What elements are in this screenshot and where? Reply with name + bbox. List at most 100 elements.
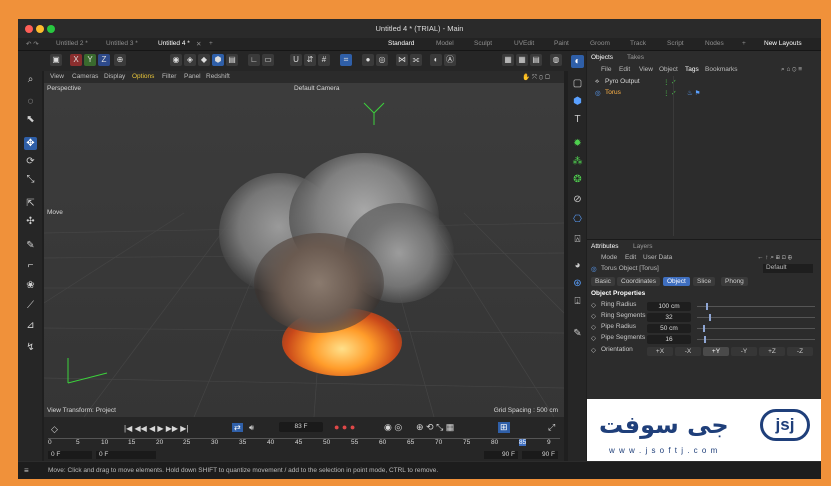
diamond-icon[interactable]: ◇ [591,323,596,331]
axis-y-button[interactable]: Y [84,54,96,66]
points-mode-icon[interactable]: ◉ [170,54,182,66]
undo-icon[interactable]: ↶ ↷ [26,40,39,48]
object-row[interactable]: ⟡ Pyro Output ⋮ ✓ [587,78,821,88]
doc-tab-active[interactable]: Untitled 4 * [158,40,190,47]
orient-minus-y[interactable]: -Y [731,347,757,356]
viewport-menu-item[interactable]: Panel [184,73,201,80]
layout-tab-standard[interactable]: Standard [388,40,414,47]
layout-tab-script[interactable]: Script [667,40,684,47]
layout-tab-track[interactable]: Track [630,40,646,47]
objects-menu-item[interactable]: Edit [619,66,630,73]
min-frame-field[interactable]: 0 F [96,451,156,459]
snap-icon[interactable]: U [290,54,302,66]
spline-pen-icon[interactable]: ✎ [24,239,37,252]
attr-nav-icons[interactable]: ← ↑ ⌕ ⊞ ⊡ ⊕ [757,254,792,262]
orient-plus-y[interactable]: +Y [703,347,729,356]
slider-knob[interactable] [704,336,706,343]
sound-icon[interactable]: 🔊︎ [249,423,254,433]
visibility-check-icon[interactable]: ⋮ ✓ [663,89,677,97]
edges-mode-icon[interactable]: ◈ [184,54,196,66]
magnet-icon[interactable]: ↯ [24,341,37,354]
playhead-tick[interactable]: 85 [519,439,527,446]
tab-takes[interactable]: Takes [627,54,644,61]
live-select-icon[interactable]: ⬉ [24,113,37,126]
objects-menu-item[interactable]: Object [659,66,678,73]
viewport-menu-item[interactable]: Options [132,73,154,80]
visibility-check-icon[interactable]: ⋮ ✓ [663,78,677,86]
camera-label[interactable]: Default Camera [294,85,340,92]
subtab-slice[interactable]: Slice [693,277,716,286]
subtab-coordinates[interactable]: Coordinates [617,277,661,286]
viewport-menu-item[interactable]: Cameras [72,73,98,80]
objects-menu-item[interactable]: File [601,66,611,73]
primitive-icon[interactable]: ⬢ [571,95,584,108]
render-region-icon[interactable]: ▦ [516,54,528,66]
keyframe-tools-icon[interactable]: ◉ ◎ [384,422,402,433]
sketch-icon[interactable]: ⌐ [24,259,37,272]
anim-mode-icons[interactable]: ⊕ ⟲ ⤡ ▦ [416,422,454,433]
viewport-menu-item[interactable]: View [50,73,64,80]
render-settings-icon[interactable]: Ⓐ [444,54,456,66]
light-icon[interactable]: ⍓ [571,233,584,246]
attr-menu-item[interactable]: User Data [643,254,672,261]
prop-slider[interactable] [697,314,815,321]
solo-icon[interactable]: ◎ [376,54,388,66]
render-icon[interactable]: ▦ [502,54,514,66]
playback-controls[interactable]: |◀ ◀◀ ◀ ▶ ▶▶ ▶| [124,424,189,433]
search-icon[interactable]: ⌕ [24,73,37,86]
start-frame-field[interactable]: 0 F [48,451,92,459]
layout-tab-paint[interactable]: Paint [554,40,569,47]
doc-tab[interactable]: Untitled 2 * [56,40,88,47]
objects-menu-item[interactable]: Bookmarks [705,66,738,73]
scale-tool-icon[interactable]: ⤡ [24,173,37,186]
tab-layers[interactable]: Layers [633,243,653,250]
picture-viewer-icon[interactable]: ▤ [530,54,542,66]
viewport-nav-icons[interactable]: ✋ ⤧ ⊙ ▢ [522,73,550,82]
move-tool-icon[interactable]: ✥ [24,137,37,150]
object-name[interactable]: Torus [605,89,621,96]
rotate-tool-icon[interactable]: ⟳ [24,155,37,168]
axis-x-button[interactable]: X [70,54,82,66]
layout-tab-groom[interactable]: Groom [590,40,610,47]
knife-icon[interactable]: ⊿ [24,319,37,332]
slider-knob[interactable] [706,303,708,310]
slider-knob[interactable] [709,314,711,321]
slider-knob[interactable] [703,325,705,332]
orient-minus-x[interactable]: -X [675,347,701,356]
snap-settings-icon[interactable]: ⇵ [304,54,316,66]
prop-value-field[interactable]: 50 cm [647,324,691,333]
diamond-icon[interactable]: ◇ [591,334,596,342]
tab-objects[interactable]: Objects [591,54,613,61]
deformer-icon[interactable]: ❂ [571,173,584,186]
tweak-mode-icon[interactable]: ▭ [262,54,274,66]
floor-icon[interactable]: ⍗ [571,295,584,308]
preset-dropdown[interactable]: Default [763,264,813,273]
tab-attributes[interactable]: Attributes [591,243,618,250]
close-tab-icon[interactable]: ✕ [196,40,201,48]
doc-tab[interactable]: Untitled 3 * [106,40,138,47]
field-icon[interactable]: ⊘ [571,193,584,206]
add-layout-icon[interactable]: + [742,40,746,47]
diamond-icon[interactable]: ◇ [591,301,596,309]
layout-tab-sculpt[interactable]: Sculpt [474,40,492,47]
record-icon[interactable]: ● ● ● [334,422,355,432]
loop-icon[interactable]: ⇄ [232,423,243,432]
pen-icon[interactable]: ✎ [571,327,584,340]
object-manager-icon[interactable]: ◐ [571,55,584,68]
new-layouts-button[interactable]: New Layouts [764,40,802,47]
auto-key-icon[interactable]: ⊞ [498,422,510,433]
paint-icon[interactable]: ❀ [24,279,37,292]
render-view-icon[interactable]: ◐ [430,54,442,66]
axis-mode-icon[interactable]: ∟ [248,54,260,66]
subtab-basic[interactable]: Basic [591,277,615,286]
orient-plus-x[interactable]: +X [647,347,673,356]
interactive-render-icon[interactable]: ◍ [550,54,562,66]
attr-menu-item[interactable]: Mode [601,254,617,261]
mograph-icon[interactable]: ⁂ [571,155,584,168]
uv-mode-icon[interactable]: ▤ [226,54,238,66]
lock-icon[interactable]: ● [362,54,374,66]
object-name[interactable]: Pyro Output [605,78,640,85]
viewport-menu-item[interactable]: Filter [162,73,176,80]
diamond-icon[interactable]: ◇ [591,346,596,354]
add-tab-icon[interactable]: + [209,40,213,47]
